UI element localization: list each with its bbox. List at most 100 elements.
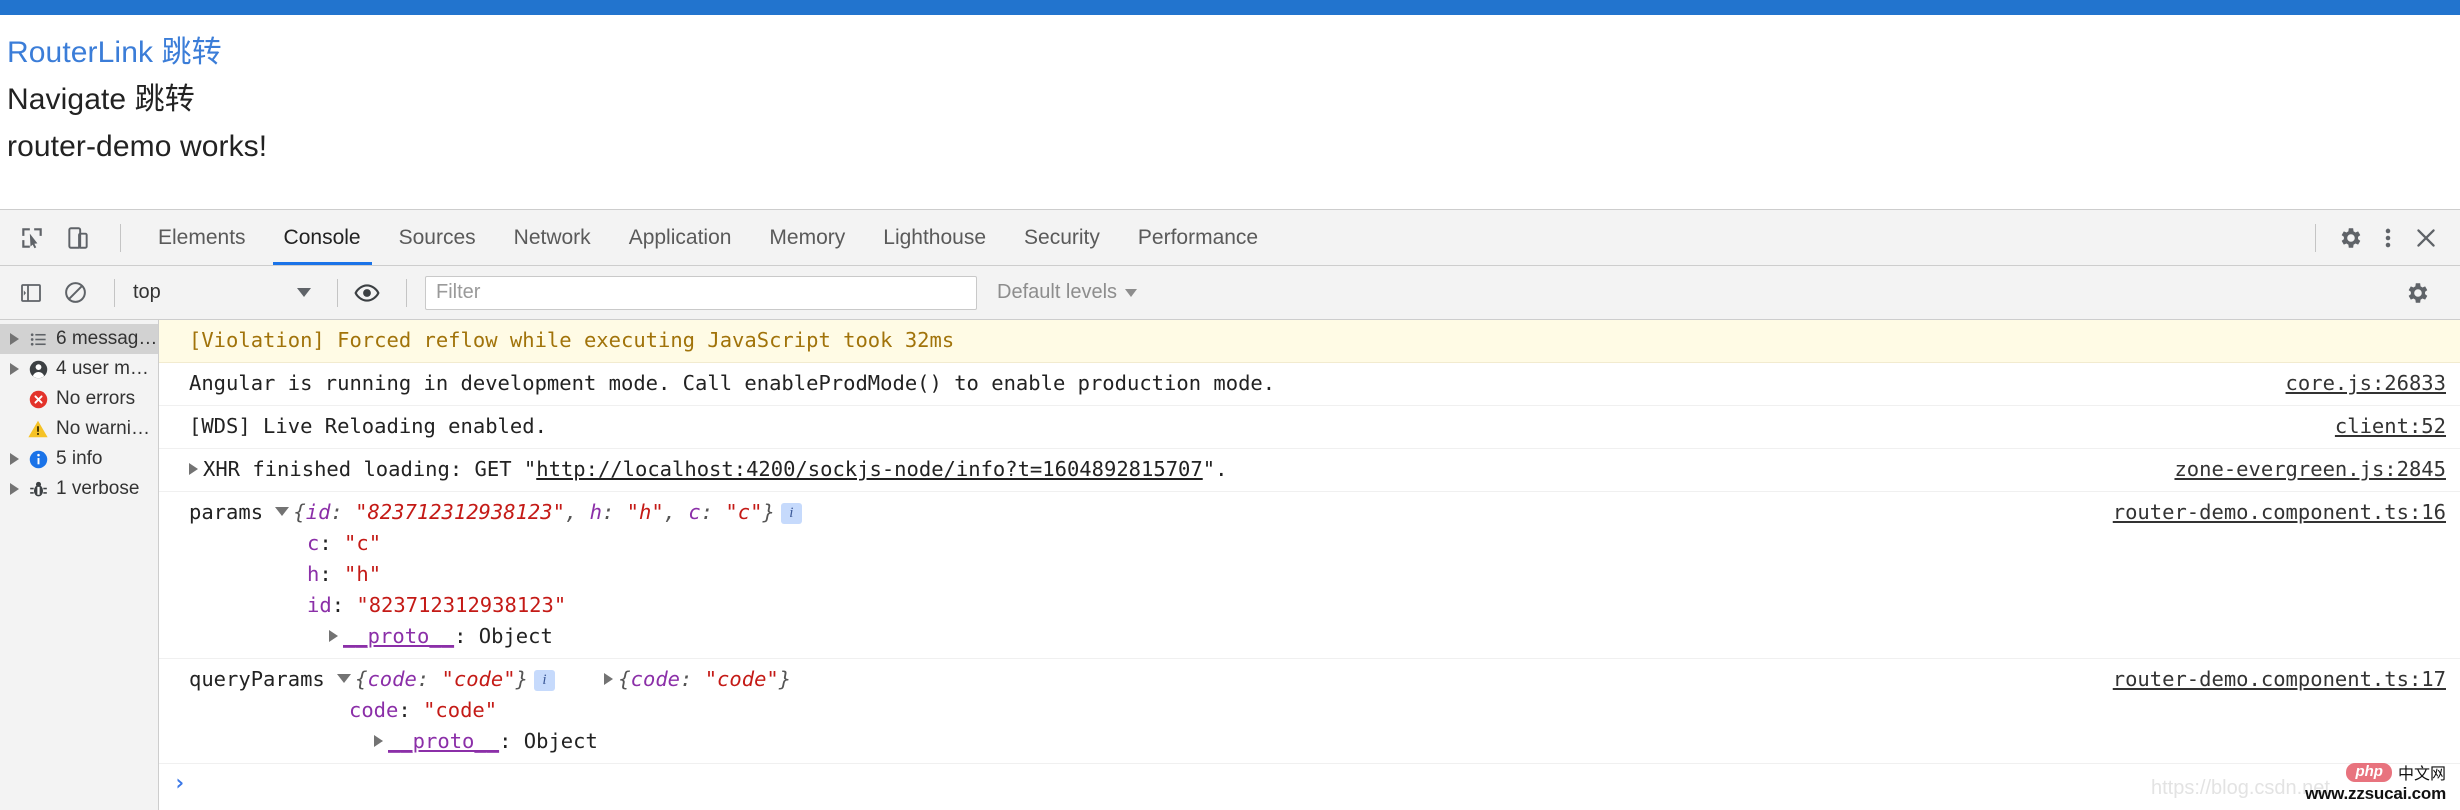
message-source-link[interactable]: client:52 [2335, 411, 2446, 442]
user-icon [27, 359, 49, 380]
expand-arrow-icon[interactable] [8, 333, 20, 345]
brace-open: { [293, 500, 306, 524]
property-key: c [307, 531, 320, 555]
list-icon [27, 330, 49, 349]
component-works-text: router-demo works! [7, 130, 268, 163]
params-property-row: id: "823712312938123" [307, 593, 567, 617]
log-levels-dropdown[interactable]: Default levels [997, 281, 1138, 304]
message-source-link[interactable]: router-demo.component.ts:17 [2113, 664, 2446, 695]
preview-key: c [688, 500, 701, 524]
sidebar-item-label: No errors [56, 388, 136, 409]
browser-top-bar [0, 0, 2460, 15]
collapse-arrow-icon[interactable] [337, 674, 352, 683]
property-value: "h" [344, 562, 382, 586]
brace-close: } [762, 500, 775, 524]
info-icon [27, 449, 49, 470]
message-text: Angular is running in development mode. … [189, 371, 1276, 395]
console-message-queryparams[interactable]: router-demo.component.ts:17 queryParams … [159, 659, 2460, 764]
expand-arrow-icon[interactable] [374, 735, 383, 747]
preview-key: h [589, 500, 602, 524]
close-devtools-icon[interactable] [2410, 222, 2442, 254]
prompt-caret-icon: › [173, 771, 187, 796]
sidebar-item-user-messages[interactable]: 4 user mes… [0, 354, 158, 384]
sidebar-item-label: 1 verbose [56, 478, 140, 499]
chevron-down-icon [297, 288, 311, 297]
property-value: "c" [344, 531, 382, 555]
execution-context-select[interactable]: top [127, 276, 321, 310]
console-settings-gear-icon[interactable] [2400, 276, 2434, 310]
console-filter-input[interactable] [425, 275, 977, 310]
tab-elements[interactable]: Elements [139, 210, 265, 265]
info-badge-icon[interactable]: i [780, 503, 802, 524]
sidebar-item-info[interactable]: 5 info [0, 444, 158, 474]
console-prompt[interactable]: › [159, 764, 2460, 796]
show-console-sidebar-icon[interactable] [14, 276, 48, 310]
warning-icon [27, 418, 49, 440]
tab-sources[interactable]: Sources [380, 210, 495, 265]
console-message-xhr[interactable]: XHR finished loading: GET "http://localh… [159, 449, 2460, 492]
sidebar-item-label: 4 user mes… [56, 358, 158, 379]
inspect-element-icon[interactable] [16, 222, 48, 254]
second-preview-value: "code" [704, 667, 779, 691]
tab-memory[interactable]: Memory [750, 210, 864, 265]
expand-arrow-icon[interactable] [604, 673, 614, 685]
devtools-tabs: Elements Console Sources Network Applica… [139, 210, 2303, 265]
settings-gear-icon[interactable] [2334, 222, 2366, 254]
sidebar-item-label: No warnings [56, 418, 158, 439]
console-message-violation[interactable]: [Violation] Forced reflow while executin… [159, 320, 2460, 363]
sidebar-item-warnings[interactable]: No warnings [0, 414, 158, 444]
expand-arrow-icon[interactable] [189, 463, 198, 475]
preview-key: id [305, 500, 331, 524]
console-message-params[interactable]: router-demo.component.ts:16 params {id: … [159, 492, 2460, 659]
expand-arrow-icon[interactable] [329, 630, 338, 642]
property-key: code [349, 698, 399, 722]
console-message-angular[interactable]: Angular is running in development mode. … [159, 363, 2460, 406]
params-property-row: h: "h" [307, 562, 382, 586]
sidebar-item-verbose[interactable]: 1 verbose [0, 474, 158, 504]
proto-label: __proto__ [343, 624, 455, 648]
params-property-row: c: "c" [307, 531, 382, 555]
devtools-panel: Elements Console Sources Network Applica… [0, 209, 2460, 810]
preview-value: "c" [725, 500, 763, 524]
second-preview-key: code [630, 667, 681, 691]
queryparams-label: queryParams [189, 667, 325, 691]
tab-network[interactable]: Network [495, 210, 610, 265]
sidebar-item-errors[interactable]: No errors [0, 384, 158, 414]
xhr-url-link[interactable]: http://localhost:4200/sockjs-node/info?t… [536, 457, 1202, 481]
message-source-link[interactable]: core.js:26833 [2286, 368, 2446, 399]
message-source-link[interactable]: router-demo.component.ts:16 [2113, 497, 2446, 528]
property-value: "code" [423, 698, 498, 722]
message-text: [Violation] Forced reflow while executin… [189, 328, 955, 352]
log-levels-label: Default levels [997, 281, 1118, 303]
console-message-wds[interactable]: [WDS] Live Reloading enabled. client:52 [159, 406, 2460, 449]
queryparams-proto-row[interactable]: __proto__: Object [189, 726, 2460, 757]
filterbar-divider-2 [337, 278, 338, 307]
console-message-list: [Violation] Forced reflow while executin… [159, 320, 2460, 810]
filterbar-divider-1 [114, 278, 115, 307]
message-text: [WDS] Live Reloading enabled. [189, 414, 547, 438]
tab-application[interactable]: Application [610, 210, 751, 265]
expand-arrow-icon[interactable] [8, 453, 20, 465]
devtools-left-tools [0, 210, 139, 265]
collapse-arrow-icon[interactable] [275, 507, 290, 516]
queryparams-property-row: code: "code" [349, 698, 498, 722]
more-options-icon[interactable] [2372, 222, 2404, 254]
tab-performance[interactable]: Performance [1119, 210, 1277, 265]
clear-console-icon[interactable] [58, 276, 92, 310]
console-filter-toolbar: top Default levels [0, 266, 2460, 320]
message-source-link[interactable]: zone-evergreen.js:2845 [2174, 454, 2446, 485]
sidebar-item-messages[interactable]: 6 messages [0, 324, 158, 354]
live-expression-eye-icon[interactable] [350, 276, 384, 310]
tab-lighthouse[interactable]: Lighthouse [864, 210, 1005, 265]
tab-security[interactable]: Security [1005, 210, 1119, 265]
info-badge-icon[interactable]: i [533, 670, 555, 691]
expand-arrow-icon[interactable] [8, 363, 20, 375]
params-proto-row[interactable]: __proto__: Object [189, 621, 2460, 652]
router-link-anchor[interactable]: RouterLink 跳转 [4, 29, 2460, 76]
tab-console[interactable]: Console [265, 210, 380, 265]
device-toolbar-icon[interactable] [62, 222, 94, 254]
property-key: id [307, 593, 332, 617]
property-value: "823712312938123" [356, 593, 567, 617]
navigate-text: Navigate 跳转 [7, 83, 195, 116]
expand-arrow-icon[interactable] [8, 483, 20, 495]
